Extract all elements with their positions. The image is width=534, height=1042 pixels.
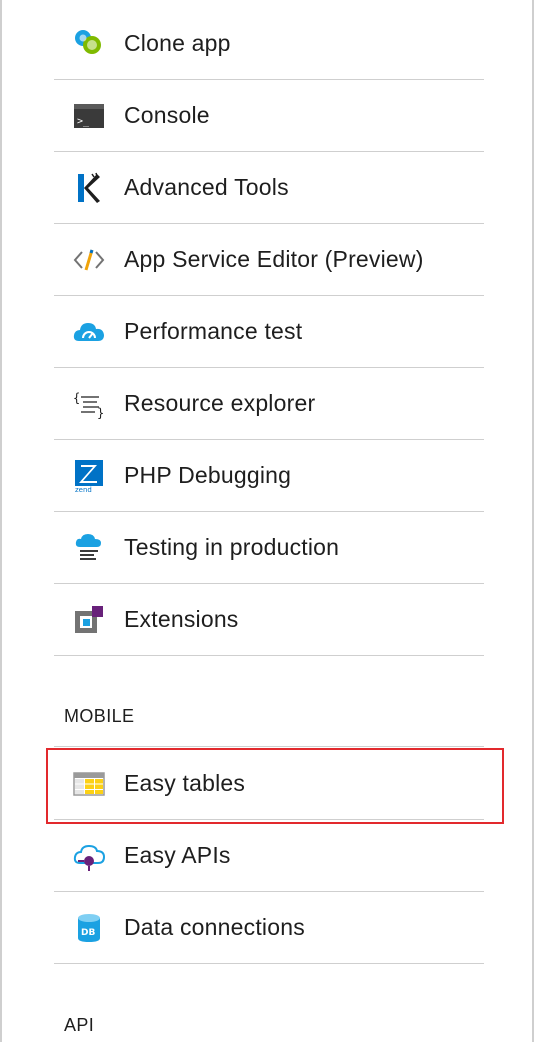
- cloud-api-icon: [72, 839, 106, 873]
- section-header-mobile: MOBILE: [64, 706, 135, 726]
- menu-item-label: Console: [124, 102, 210, 128]
- menu-item-label: Resource explorer: [124, 390, 316, 416]
- settings-menu-panel: Clone app >_ Console Advanced Tools App …: [0, 0, 534, 1042]
- json-braces-icon: { }: [72, 387, 106, 421]
- menu-item-label: Testing in production: [124, 534, 340, 560]
- menu-item-label: Easy tables: [124, 770, 246, 796]
- menu-item-easy-tables[interactable]: Easy tables: [54, 748, 484, 820]
- section-header-api: API: [64, 1015, 95, 1035]
- menu-item-label: Easy APIs: [124, 842, 231, 868]
- menu-item-console[interactable]: >_ Console: [54, 80, 484, 152]
- svg-text:DB: DB: [81, 928, 95, 938]
- console-icon: >_: [72, 99, 106, 133]
- zend-icon: zend: [72, 459, 106, 493]
- menu-item-php-debugging[interactable]: zend PHP Debugging: [54, 440, 484, 512]
- clone-app-icon: [72, 27, 106, 61]
- menu-item-data-connections[interactable]: DB Data connections: [54, 892, 484, 964]
- menu-item-resource-explorer[interactable]: { } Resource explorer: [54, 368, 484, 440]
- cloud-list-icon: [72, 531, 106, 565]
- table-grid-icon: [72, 767, 106, 801]
- menu-item-app-service-editor[interactable]: App Service Editor (Preview): [54, 224, 484, 296]
- svg-text:{: {: [73, 391, 80, 405]
- menu-item-label: Data connections: [124, 914, 305, 940]
- menu-item-label: Performance test: [124, 318, 303, 344]
- svg-text:zend: zend: [75, 486, 92, 493]
- menu-item-easy-apis[interactable]: Easy APIs: [54, 820, 484, 892]
- menu-item-label: Advanced Tools: [124, 174, 289, 200]
- menu-item-performance-test[interactable]: Performance test: [54, 296, 484, 368]
- svg-text:>_: >_: [77, 116, 90, 127]
- section-divider: [54, 746, 484, 747]
- menu-item-testing-in-production[interactable]: Testing in production: [54, 512, 484, 584]
- database-icon: DB: [72, 911, 106, 945]
- svg-text:}: }: [97, 406, 104, 420]
- menu-item-label: Extensions: [124, 606, 239, 632]
- menu-item-advanced-tools[interactable]: Advanced Tools: [54, 152, 484, 224]
- menu-item-label: PHP Debugging: [124, 462, 292, 488]
- extensions-icon: [72, 603, 106, 637]
- cloud-gauge-icon: [72, 315, 106, 349]
- menu-item-label: Clone app: [124, 30, 231, 56]
- menu-item-label: App Service Editor (Preview): [124, 246, 424, 272]
- menu-item-extensions[interactable]: Extensions: [54, 584, 484, 656]
- kudu-icon: [72, 171, 106, 205]
- code-editor-icon: [72, 243, 106, 277]
- menu-item-clone-app[interactable]: Clone app: [54, 8, 484, 80]
